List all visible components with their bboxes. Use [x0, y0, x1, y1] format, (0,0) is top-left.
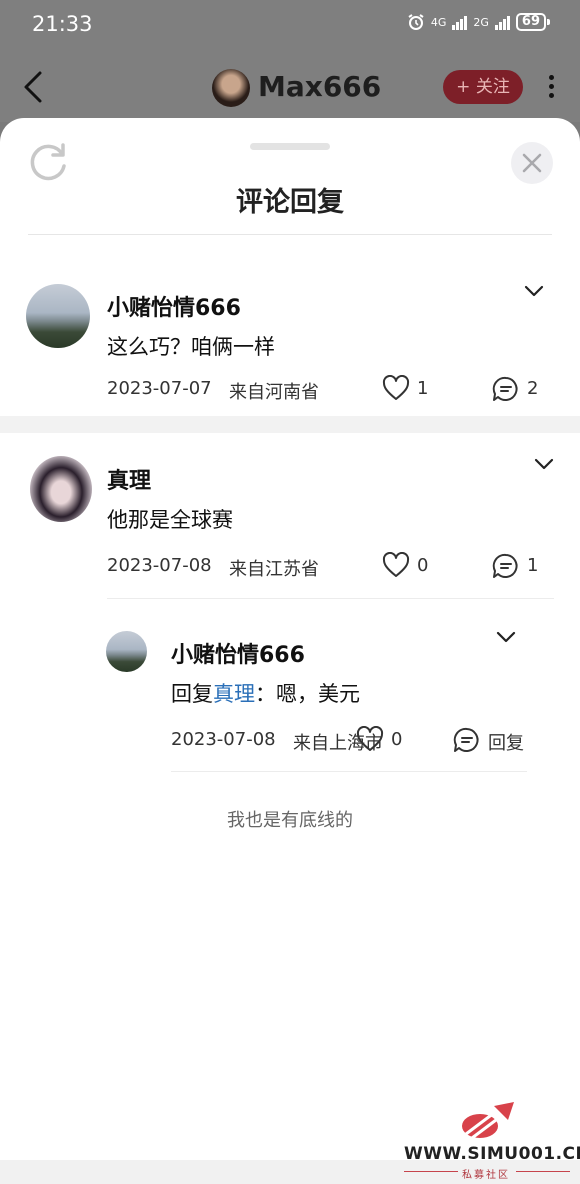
signal-icon-2	[494, 14, 510, 30]
back-arrow-icon[interactable]	[20, 70, 46, 104]
comment-text: 这么巧？咱俩一样	[107, 335, 275, 359]
chevron-down-icon[interactable]	[523, 284, 545, 298]
follow-button[interactable]: + 关注	[443, 70, 523, 104]
comment-username[interactable]: 小赌怡情666	[107, 290, 241, 322]
close-icon	[522, 153, 542, 173]
header-avatar[interactable]	[212, 69, 250, 107]
comment-location: 来自河南省	[229, 382, 319, 403]
watermark-line-left	[404, 1171, 458, 1172]
heart-icon[interactable]	[382, 375, 410, 401]
reply-count: 1	[527, 555, 539, 576]
more-options-icon[interactable]	[545, 75, 557, 101]
comment-bubble-icon[interactable]	[492, 553, 520, 579]
comment-bubble-icon[interactable]	[453, 727, 481, 753]
divider	[171, 771, 527, 772]
status-icons: 4G 2G 69	[407, 13, 551, 31]
status-time: 21:33	[32, 12, 93, 36]
alarm-icon	[408, 14, 424, 30]
comment-date: 2023-07-07	[107, 378, 212, 399]
reply-username[interactable]: 小赌怡情666	[171, 637, 305, 669]
avatar[interactable]	[106, 631, 147, 672]
reply-count: 2	[527, 378, 539, 399]
watermark-sub: 私募社区	[462, 1170, 510, 1181]
divider	[107, 598, 554, 599]
reply-button-label[interactable]: 回复	[488, 729, 524, 755]
watermark-line-right	[516, 1171, 570, 1172]
chevron-down-icon[interactable]	[533, 457, 555, 471]
network-4g-label: 4G	[430, 15, 447, 29]
network-2g-label: 2G	[473, 15, 489, 29]
watermark-logo: WWW.SIMU001.CN 私募社区	[400, 1100, 580, 1181]
reply-text: 回复真理：嗯，美元	[171, 678, 360, 708]
reply-body: ：嗯，美元	[255, 682, 360, 706]
like-count: 0	[417, 555, 429, 576]
sheet-title: 评论回复	[236, 187, 344, 218]
section-separator	[0, 416, 580, 433]
end-of-list-text: 我也是有底线的	[227, 810, 353, 831]
reply-date: 2023-07-08	[171, 729, 276, 750]
heart-icon[interactable]	[382, 552, 410, 578]
profile-header: Max666 + 关注	[0, 50, 580, 122]
drag-handle[interactable]	[250, 143, 330, 150]
avatar[interactable]	[26, 284, 90, 348]
watermark-url: WWW.SIMU001.CN	[404, 1144, 580, 1164]
status-bar: 21:33 4G 2G 69	[0, 0, 580, 50]
comment-username[interactable]: 真理	[107, 463, 151, 495]
signal-icon	[452, 14, 468, 30]
header-username[interactable]: Max666	[258, 70, 381, 103]
comment-reply-sheet: 评论回复 小赌怡情666 这么巧？咱俩一样 2023-07-07 来自河南省 1…	[0, 118, 580, 1160]
watermark-emblem-icon	[462, 1102, 514, 1140]
comment-bubble-icon[interactable]	[492, 376, 520, 402]
chevron-down-icon[interactable]	[495, 630, 517, 644]
heart-icon[interactable]	[356, 726, 384, 752]
reply-prefix: 回复	[171, 682, 213, 706]
close-button[interactable]	[511, 142, 553, 184]
battery-icon: 69	[515, 13, 551, 31]
comment-location: 来自江苏省	[229, 559, 319, 580]
comment-text: 他那是全球赛	[107, 508, 233, 532]
mention-link[interactable]: 真理	[213, 682, 255, 706]
like-count: 1	[417, 378, 429, 399]
like-count: 0	[391, 729, 403, 750]
title-divider	[28, 234, 552, 235]
avatar[interactable]	[30, 456, 92, 522]
comment-date: 2023-07-08	[107, 555, 212, 576]
refresh-icon[interactable]	[26, 140, 70, 184]
